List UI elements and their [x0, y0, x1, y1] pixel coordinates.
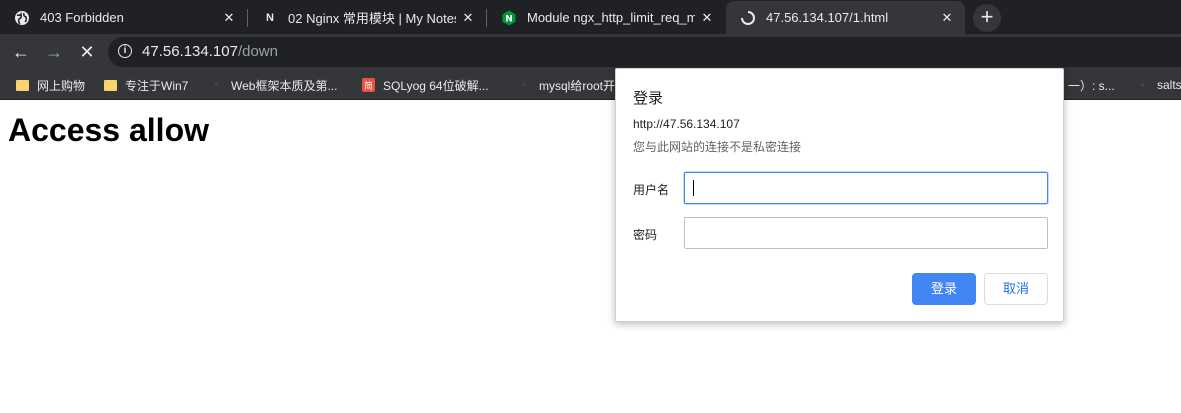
page-icon: ▫	[214, 79, 219, 91]
stop-loading-button[interactable]: ✕	[73, 38, 101, 66]
url-text[interactable]: 47.56.134.107/down	[142, 43, 278, 60]
bookmark-label: 一）: s...	[1068, 78, 1115, 93]
bookmark-label: 网上购物	[37, 78, 86, 93]
bookmark-folder-shopping[interactable]: 网上购物	[16, 76, 85, 94]
tab-close-icon[interactable]: ✕	[695, 10, 719, 26]
tab-title: Module ngx_http_limit_req_mo	[527, 10, 695, 25]
dialog-title: 登录	[633, 90, 664, 107]
address-bar[interactable]: i 47.56.134.107/down	[108, 37, 1181, 67]
bookmark-mysql-root[interactable]: ▫ mysql给root开	[518, 76, 615, 94]
tab-close-icon[interactable]: ✕	[456, 10, 480, 26]
bookmark-label: Web框架本质及第...	[231, 78, 338, 93]
tab-ngx-limit-req[interactable]: N Module ngx_http_limit_req_mo ✕	[487, 1, 725, 34]
username-field[interactable]	[684, 172, 1048, 204]
back-button[interactable]: ←	[7, 38, 35, 66]
bookmark-web-framework[interactable]: ▫ Web框架本质及第...	[210, 76, 338, 94]
tab-close-icon[interactable]: ✕	[935, 10, 959, 26]
page-icon: ▫	[1140, 79, 1145, 91]
nginx-icon: N	[501, 10, 517, 26]
new-tab-button[interactable]: +	[973, 4, 1001, 32]
bookmark-label: mysql给root开	[539, 78, 616, 93]
jian-icon: 简	[362, 78, 375, 92]
bookmark-sqlyog[interactable]: 简 SQLyog 64位破解...	[362, 76, 489, 94]
forward-button[interactable]: →	[40, 38, 68, 66]
svg-text:N: N	[505, 14, 513, 24]
username-label: 用户名	[633, 183, 670, 197]
url-host: 47.56.134.107	[142, 43, 238, 60]
password-field[interactable]	[684, 217, 1048, 249]
notion-n-icon: N	[266, 11, 274, 24]
dialog-warning: 您与此网站的连接不是私密连接	[633, 140, 802, 154]
tab-active-1-html[interactable]: 47.56.134.107/1.html ✕	[726, 1, 965, 34]
loading-spinner-icon	[740, 10, 756, 26]
site-info-icon[interactable]: i	[118, 44, 132, 58]
tab-403-forbidden[interactable]: 403 Forbidden ✕	[0, 1, 247, 34]
text-caret	[693, 180, 694, 196]
bookmark-label: SQLyog 64位破解...	[383, 78, 489, 93]
page-icon: ▫	[522, 79, 527, 91]
bookmark-partial[interactable]: 一）: s...	[1068, 76, 1115, 94]
globe-icon	[14, 10, 30, 26]
tab-close-icon[interactable]: ✕	[217, 10, 241, 26]
dialog-origin: http://47.56.134.107	[633, 117, 740, 131]
browser-toolbar: ← → ✕ i 47.56.134.107/down	[0, 34, 1181, 70]
folder-icon	[104, 79, 117, 91]
bookmark-label: salts	[1157, 78, 1181, 92]
login-button[interactable]: 登录	[912, 273, 976, 305]
url-path: /down	[237, 43, 278, 60]
password-label: 密码	[633, 228, 658, 242]
http-auth-dialog: 登录 http://47.56.134.107 您与此网站的连接不是私密连接 用…	[615, 68, 1064, 322]
page-heading: Access allow	[8, 112, 209, 148]
bookmark-salts[interactable]: ▫ salts	[1136, 76, 1181, 94]
tab-title: 02 Nginx 常用模块 | My Notes	[288, 11, 456, 26]
tab-strip: 403 Forbidden ✕ N 02 Nginx 常用模块 | My Not…	[0, 0, 1181, 34]
cancel-button[interactable]: 取消	[984, 273, 1048, 305]
tab-nginx-notes[interactable]: N 02 Nginx 常用模块 | My Notes ✕	[248, 1, 486, 34]
tab-title: 47.56.134.107/1.html	[766, 10, 889, 25]
bookmark-folder-win7[interactable]: 专注于Win7	[104, 76, 188, 94]
bookmark-label: 专注于Win7	[125, 78, 189, 93]
tab-title: 403 Forbidden	[40, 10, 124, 25]
folder-icon	[16, 79, 29, 91]
